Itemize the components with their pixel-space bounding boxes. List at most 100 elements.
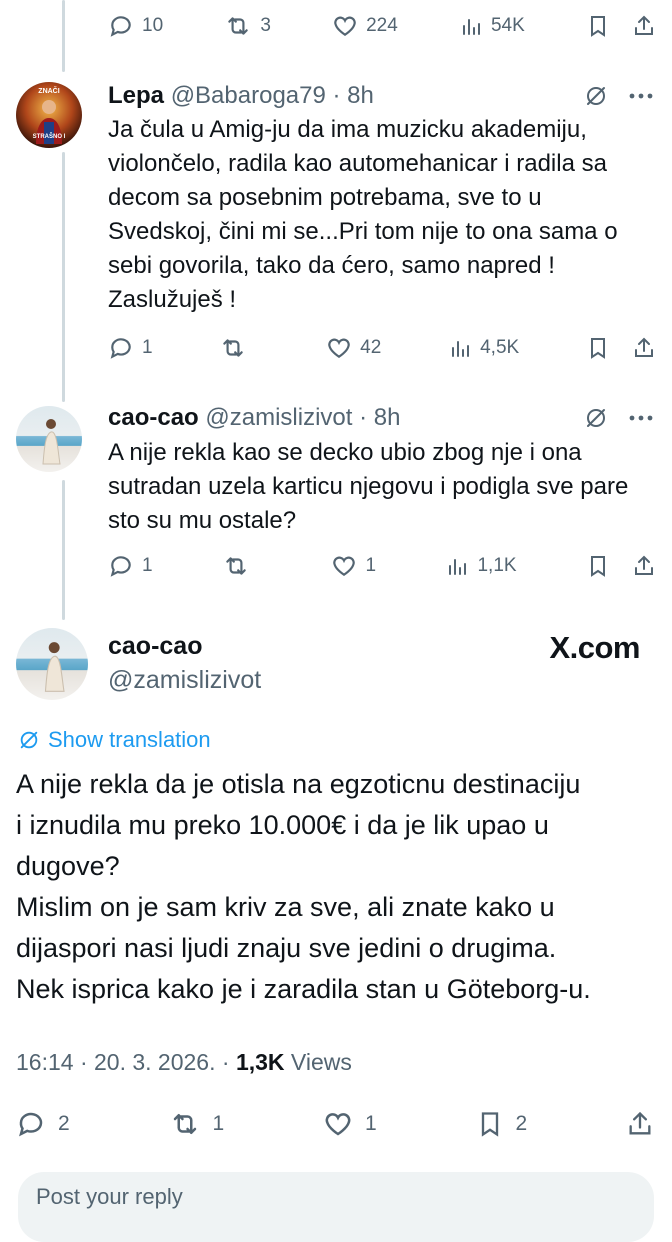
repost-action[interactable] <box>222 553 262 579</box>
repost-icon <box>228 17 249 35</box>
repost-count: 1 <box>212 1112 225 1135</box>
dot-sep: · <box>352 404 374 431</box>
views-count: 1,3K <box>235 1049 285 1075</box>
views-icon <box>462 19 480 35</box>
avatar-person-icon <box>44 642 65 692</box>
bookmark-share <box>586 335 656 361</box>
like-count: 42 <box>360 337 382 358</box>
bookmark-share <box>586 553 656 579</box>
bookmark-count: 2 <box>515 1112 528 1135</box>
timestamp[interactable]: 16:14 · 20. 3. 2026. · <box>16 1049 236 1075</box>
like-icon <box>328 338 350 358</box>
author-name[interactable]: cao-cao <box>108 404 199 431</box>
repost-action[interactable]: 3 <box>224 13 271 39</box>
avatar-text-top: ZNAČI <box>38 88 60 95</box>
main-text-line: i iznudila mu preko 10.000€ i da je lik … <box>16 810 549 840</box>
avatar-main-cao-cao[interactable] <box>16 628 88 700</box>
repost-action[interactable] <box>219 335 259 361</box>
main-author-name[interactable]: cao-cao <box>108 632 202 661</box>
reply-icon <box>110 338 131 359</box>
reply-icon <box>110 556 131 577</box>
reply-count: 1 <box>142 555 153 576</box>
repost-icon <box>223 339 244 357</box>
main-text-line: Nek isprica kako je i zaradila stan u Gö… <box>16 974 591 1004</box>
author-handle[interactable]: @zamislizivot <box>205 404 352 431</box>
like-icon <box>333 556 356 576</box>
views-action[interactable]: 54K <box>459 14 525 38</box>
views-count: 54K <box>490 15 525 36</box>
avatar-person-icon <box>42 419 61 465</box>
main-text-line: A nije rekla da je otisla na egzoticnu d… <box>16 769 581 799</box>
avatar-text-bottom: STRAŠNO I <box>32 134 66 140</box>
share-icon <box>629 1111 651 1135</box>
share-icon[interactable] <box>632 335 656 361</box>
repost-action[interactable]: 1 <box>169 1109 225 1139</box>
views-icon <box>452 341 470 357</box>
like-action[interactable]: 1 <box>331 553 376 579</box>
top-tweet-actions: 10 3 224 54K <box>108 6 656 46</box>
tweet-text: Ja čula u Amig-ju da ima muzicku akademi… <box>108 116 618 313</box>
avatar-lepa[interactable]: ZNAČI STRAŠNO I <box>16 82 82 148</box>
like-count: 1 <box>365 1112 377 1135</box>
reply-icon <box>110 16 131 37</box>
repost-icon <box>173 1114 196 1134</box>
tweet-meta: 16:14 · 20. 3. 2026. · 1,3K Views <box>16 1049 352 1076</box>
tweet-time[interactable]: 8h <box>374 404 401 431</box>
like-count: 224 <box>366 15 398 36</box>
like-action[interactable]: 224 <box>332 13 398 39</box>
tweet-header: Lepa @Babaroga79 · 8h <box>108 82 374 110</box>
bookmark-icon <box>481 1112 498 1137</box>
like-count: 1 <box>365 555 377 576</box>
author-handle[interactable]: @Babaroga79 <box>171 82 326 109</box>
views-action[interactable]: 4,5K <box>448 336 519 360</box>
tweet-header-icons <box>584 84 654 108</box>
tweet-time[interactable]: 8h <box>347 82 374 109</box>
reply-action[interactable]: 10 <box>108 13 163 39</box>
reply-action[interactable]: 1 <box>108 553 153 579</box>
grok-icon[interactable] <box>584 84 608 108</box>
main-text-line: dugove? <box>16 851 120 881</box>
like-action[interactable]: 1 <box>323 1109 377 1139</box>
share-icon[interactable] <box>632 13 656 39</box>
like-icon <box>334 16 356 36</box>
reply-count: 1 <box>142 337 153 358</box>
share-action[interactable] <box>626 1109 656 1139</box>
views-count: 1,1K <box>477 555 517 576</box>
views-count: 4,5K <box>480 337 520 358</box>
avatar-cao-cao[interactable] <box>16 406 82 472</box>
bookmark-action[interactable]: 2 <box>476 1109 528 1139</box>
tweet-header: cao-cao @zamislizivot · 8h <box>108 404 400 432</box>
bookmark-share <box>586 13 656 39</box>
like-icon <box>325 1113 351 1136</box>
thread-line-mid1 <box>62 152 65 402</box>
author-name[interactable]: Lepa <box>108 82 164 109</box>
reply-action[interactable]: 1 <box>108 335 153 361</box>
reply-icon <box>19 1112 43 1137</box>
tweet-text: A nije rekla kao se decko ubio zbog nje … <box>108 439 629 534</box>
reply-count: 10 <box>142 15 164 36</box>
share-icon[interactable] <box>632 553 656 579</box>
tweet-actions: 1 42 4,5K <box>108 328 656 368</box>
reply-action[interactable]: 2 <box>16 1109 70 1139</box>
main-author-handle[interactable]: @zamislizivot <box>108 666 261 695</box>
repost-icon <box>226 557 246 575</box>
main-tweet-actions: 2 1 1 2 <box>16 1102 656 1146</box>
bookmark-icon[interactable] <box>586 553 610 579</box>
more-icon[interactable] <box>628 84 654 108</box>
bookmark-icon[interactable] <box>586 13 610 39</box>
main-text-line: Mislim on je sam kriv za sve, ali znate … <box>16 892 555 922</box>
translate-icon <box>20 731 38 749</box>
reply-input-placeholder[interactable]: Post your reply <box>36 1184 183 1210</box>
x-com-watermark: X.com <box>549 630 640 665</box>
bookmark-icon[interactable] <box>586 335 610 361</box>
show-translation-link[interactable]: Show translation <box>18 727 211 753</box>
like-action[interactable]: 42 <box>326 335 381 361</box>
dot-sep: · <box>325 82 348 109</box>
show-translation-label: Show translation <box>48 727 211 752</box>
grok-icon[interactable] <box>584 406 608 430</box>
tweet-actions: 1 1 1,1K <box>108 546 656 586</box>
views-action[interactable]: 1,1K <box>445 554 517 578</box>
more-icon[interactable] <box>628 406 654 430</box>
views-label: Views <box>284 1049 352 1075</box>
views-icon <box>449 559 467 575</box>
